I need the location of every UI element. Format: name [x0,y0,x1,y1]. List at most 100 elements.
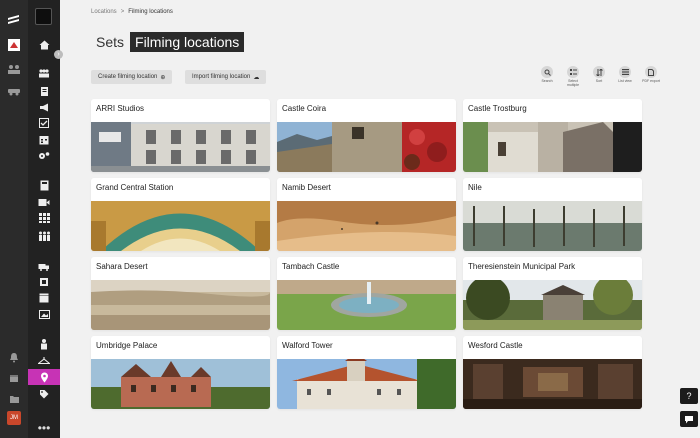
location-card[interactable]: ARRI Studios [91,99,270,172]
pdf-export-button[interactable]: PDF export [642,66,660,87]
location-card[interactable]: Grand Central Station [91,178,270,251]
location-name: Nile [468,183,482,192]
video-camera-icon[interactable] [36,196,52,208]
truck-icon[interactable] [36,260,52,272]
module-sidebar: ••• [28,0,60,438]
location-thumbnail [91,280,270,330]
calculator-icon[interactable] [36,179,52,191]
pdf-icon [645,66,657,78]
search-button[interactable]: Search [538,66,556,87]
location-name: Umbridge Palace [96,341,158,350]
import-location-button[interactable]: Import filming location ☁ [185,70,267,84]
more-menu-icon[interactable]: ••• [36,421,52,435]
location-card[interactable]: Theresienstein Municipal Park [463,257,642,330]
gallery-icon[interactable] [36,308,52,320]
breadcrumb-current: Filming locations [128,9,173,15]
create-location-label: Create filming location [98,74,158,80]
chevron-right-icon[interactable]: › [54,50,63,59]
grid-icon[interactable] [36,212,52,224]
script-icon[interactable] [36,85,52,97]
view-toolbar: Search Select multiple Sort List view PD… [538,66,660,87]
select-multiple-label: Select multiple [566,79,580,87]
list-view-icon [619,66,631,78]
location-name: Sahara Desert [96,262,148,271]
search-label: Search [541,79,553,83]
location-card[interactable]: Wesford Castle [463,336,642,409]
location-thumbnail [463,122,642,172]
list-view-label: List view [618,79,632,83]
app-rail: JM [0,0,28,438]
location-name: Castle Trostburg [468,104,527,113]
location-thumbnail [277,359,456,409]
crew-icon[interactable] [36,230,52,242]
help-button[interactable]: ? [680,388,698,404]
location-thumbnail [91,359,270,409]
location-name: Walford Tower [282,341,333,350]
location-name: Tambach Castle [282,262,340,271]
sort-button[interactable]: Sort [590,66,608,87]
app-logo-icon[interactable] [6,12,22,26]
location-thumbnail [277,201,456,251]
project-icon[interactable] [6,38,22,52]
location-thumbnail [277,122,456,172]
tag-icon[interactable] [36,388,52,400]
location-card[interactable]: Castle Coira [277,99,456,172]
location-name: Wesford Castle [468,341,523,350]
folder-icon[interactable] [6,392,22,406]
vehicle-icon[interactable] [6,84,22,98]
production-logo[interactable] [35,8,52,25]
location-card[interactable]: Nile [463,178,642,251]
location-card[interactable]: Namib Desert [277,178,456,251]
location-thumbnail [91,122,270,172]
cast-icon[interactable] [36,67,52,79]
home-icon[interactable] [36,39,52,51]
breadcrumb-link-locations[interactable]: Locations [91,9,117,15]
chat-button[interactable] [680,411,698,427]
breadcrumb: Locations > Filming locations [91,9,173,15]
location-card[interactable]: Walford Tower [277,336,456,409]
plus-circle-icon: ⊕ [160,74,166,81]
location-name: Theresienstein Municipal Park [468,262,576,271]
checklist-icon[interactable] [36,117,52,129]
search-icon [541,66,553,78]
location-thumbnail [463,280,642,330]
page-title-prefix: Sets [96,34,125,50]
hanger-icon[interactable] [36,354,52,366]
select-multiple-icon [567,66,579,78]
notifications-icon[interactable] [6,350,22,364]
sort-label: Sort [595,79,603,83]
list-view-button[interactable]: List view [616,66,634,87]
user-avatar[interactable]: JM [7,411,21,425]
person-icon[interactable] [36,338,52,350]
calendar-icon[interactable] [6,371,22,385]
location-pin-icon[interactable] [28,369,60,385]
location-name: Grand Central Station [96,183,174,192]
location-card[interactable]: Castle Trostburg [463,99,642,172]
megaphone-icon[interactable] [36,101,52,113]
settings-icon[interactable] [36,150,52,162]
schedule-icon[interactable] [36,134,52,146]
clapperboard-icon[interactable] [36,292,52,304]
location-card[interactable]: Umbridge Palace [91,336,270,409]
chat-icon [685,415,693,423]
team-icon[interactable] [6,62,22,76]
pdf-export-label: PDF export [642,79,660,83]
location-card[interactable]: Tambach Castle [277,257,456,330]
location-thumbnail [463,201,642,251]
location-name: ARRI Studios [96,104,145,113]
location-card[interactable]: Sahara Desert [91,257,270,330]
location-name: Namib Desert [282,183,331,192]
location-thumbnail [463,359,642,409]
page-title: Sets Filming locations [96,32,245,52]
cloud-upload-icon: ☁ [253,74,260,81]
location-name: Castle Coira [282,104,327,113]
location-thumbnail [91,201,270,251]
select-multiple-button[interactable]: Select multiple [564,66,582,87]
create-location-button[interactable]: Create filming location ⊕ [91,70,173,84]
import-location-label: Import filming location [192,74,251,80]
location-thumbnail [277,280,456,330]
sort-icon [593,66,605,78]
breadcrumb-separator: > [120,9,125,15]
page-title-text: Filming locations [130,32,245,52]
equipment-icon[interactable] [36,276,52,288]
